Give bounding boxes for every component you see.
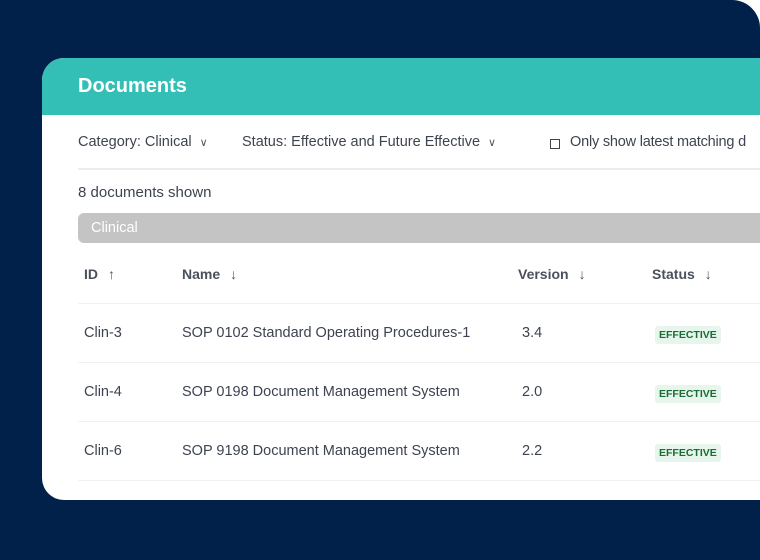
status-filter-dropdown[interactable]: Status: Effective and Future Effective ∨ xyxy=(242,134,496,150)
page-title: Documents xyxy=(78,75,187,97)
sort-descending-icon[interactable]: ↓ xyxy=(579,266,586,282)
sort-descending-icon[interactable]: ↓ xyxy=(230,266,237,282)
latest-only-checkbox[interactable]: Only show latest matching d xyxy=(550,134,760,150)
table-header-row: ID ↑ Name ↓ Version ↓ Status ↓ xyxy=(78,244,760,304)
column-header-id[interactable]: ID ↑ xyxy=(78,266,182,282)
divider xyxy=(78,168,760,170)
panel-header: Documents xyxy=(42,58,760,115)
column-header-status[interactable]: Status ↓ xyxy=(652,266,760,282)
cell-id: Clin-3 xyxy=(84,325,122,341)
cell-version: 2.0 xyxy=(522,384,543,400)
cell-name[interactable]: SOP 9198 Document Management System xyxy=(182,443,518,459)
documents-panel: Documents Category: Clinical ∨ Status: E… xyxy=(42,58,760,500)
cell-version: 3.4 xyxy=(522,325,543,341)
category-filter-label: Category: Clinical xyxy=(78,134,192,150)
latest-only-label: Only show latest matching d xyxy=(570,134,746,150)
chevron-down-icon: ∨ xyxy=(488,136,497,149)
status-badge: EFFECTIVE xyxy=(655,444,721,462)
table-row[interactable]: Clin-4 SOP 0198 Document Management Syst… xyxy=(78,363,760,422)
status-badge: EFFECTIVE xyxy=(655,326,721,344)
chevron-down-icon: ∨ xyxy=(199,136,208,149)
group-header-clinical[interactable]: Clinical xyxy=(78,213,760,243)
table-row[interactable]: Clin-3 SOP 0102 Standard Operating Proce… xyxy=(78,304,760,363)
checkbox-icon[interactable] xyxy=(550,139,560,149)
category-filter-dropdown[interactable]: Category: Clinical ∨ xyxy=(78,134,208,150)
cell-id: Clin-6 xyxy=(84,443,122,459)
cell-id: Clin-4 xyxy=(84,384,122,400)
column-header-version[interactable]: Version ↓ xyxy=(518,266,652,282)
column-header-name[interactable]: Name ↓ xyxy=(182,266,518,282)
cell-version: 2.2 xyxy=(522,443,543,459)
status-badge: EFFECTIVE xyxy=(655,385,721,403)
filter-bar: Category: Clinical ∨ Status: Effective a… xyxy=(78,134,760,154)
sort-descending-icon[interactable]: ↓ xyxy=(705,266,712,282)
sort-ascending-icon[interactable]: ↑ xyxy=(108,266,115,282)
documents-table: ID ↑ Name ↓ Version ↓ Status ↓ Clin-3 SOP 01… xyxy=(78,244,760,481)
table-row[interactable]: Clin-6 SOP 9198 Document Management Syst… xyxy=(78,422,760,481)
cell-name[interactable]: SOP 0198 Document Management System xyxy=(182,384,518,400)
cell-name[interactable]: SOP 0102 Standard Operating Procedures-1 xyxy=(182,325,518,341)
status-filter-label: Status: Effective and Future Effective xyxy=(242,134,481,150)
document-count: 8 documents shown xyxy=(78,184,212,201)
